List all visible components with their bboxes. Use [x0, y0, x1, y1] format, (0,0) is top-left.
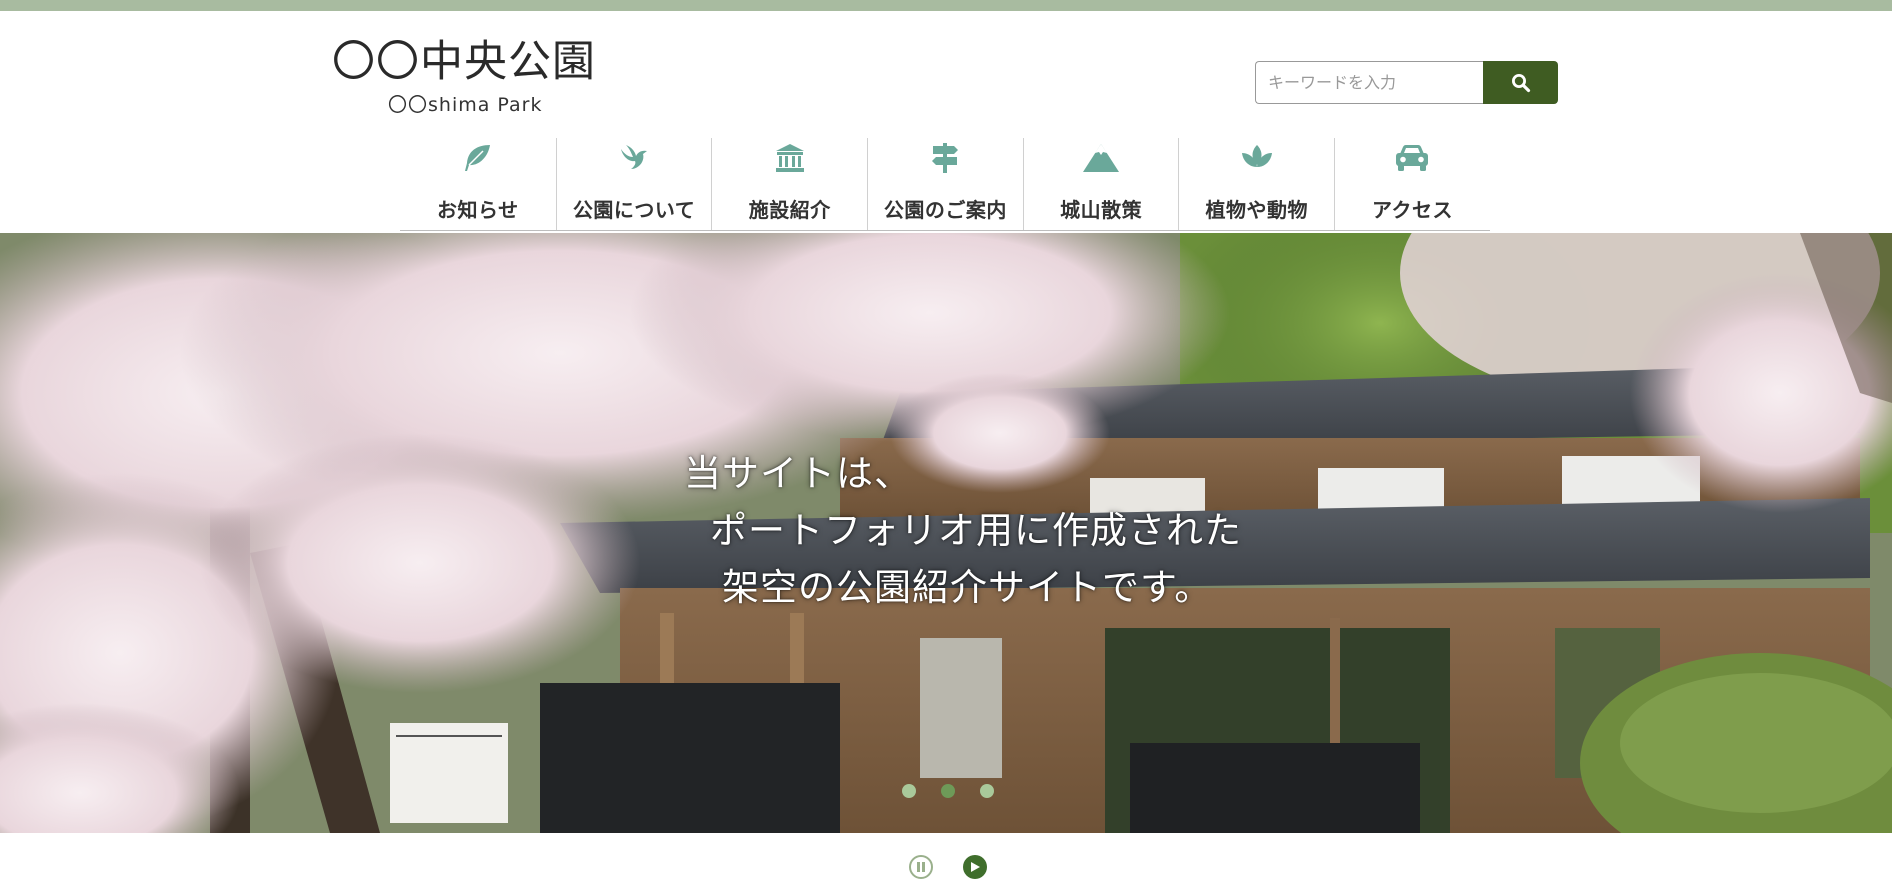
slider-dot-1[interactable]: [902, 784, 916, 798]
bird-icon: [617, 140, 651, 176]
slider-dot-2[interactable]: [941, 784, 955, 798]
search-icon: [1511, 73, 1530, 92]
slider-dots: [902, 784, 994, 798]
nav-label-flora-fauna: 植物や動物: [1205, 198, 1309, 222]
hero-line-2: ポートフォリオ用に作成された: [710, 509, 1242, 552]
nav-label-guide: 公園のご案内: [883, 198, 1007, 222]
nav-item-access[interactable]: アクセス: [1334, 138, 1490, 230]
signpost-icon: [928, 140, 962, 176]
nav-label-facilities: 施設紹介: [748, 198, 831, 222]
nav-label-about: 公園について: [572, 198, 696, 222]
nav-item-about[interactable]: 公園について: [555, 138, 712, 230]
play-icon: [971, 862, 980, 872]
leaf-icon: [461, 140, 495, 176]
hero-line-3: 架空の公園紹介サイトです。: [722, 566, 1213, 609]
plant-icon: [1239, 140, 1275, 176]
pause-icon: [917, 862, 925, 872]
car-icon: [1392, 140, 1432, 176]
pause-button[interactable]: [909, 855, 933, 879]
nav-item-guide[interactable]: 公園のご案内: [867, 138, 1023, 230]
slider-controls: [909, 855, 987, 879]
search-form: [1255, 61, 1558, 104]
nav-label-access: アクセス: [1371, 198, 1453, 222]
top-accent-bar: [0, 0, 1892, 11]
search-button[interactable]: [1483, 61, 1558, 104]
nav-label-walk: 城山散策: [1060, 198, 1143, 222]
nav-item-flora-fauna[interactable]: 植物や動物: [1178, 138, 1334, 230]
building-icon: [773, 140, 807, 176]
mountain-icon: [1081, 140, 1121, 176]
main-nav: お知らせ 公園について 施設紹介 公園のご案内 城山散策 植物や動物 アクセス: [400, 138, 1490, 231]
nav-item-facilities[interactable]: 施設紹介: [711, 138, 867, 230]
search-input[interactable]: [1255, 61, 1484, 104]
slider-dot-3[interactable]: [980, 784, 994, 798]
logo-subtitle: 〇〇shima Park: [388, 94, 543, 116]
play-button[interactable]: [963, 855, 987, 879]
nav-label-news: お知らせ: [437, 198, 519, 222]
site-logo[interactable]: 〇〇中央公園 〇〇shima Park: [332, 37, 596, 116]
logo-title: 〇〇中央公園: [332, 37, 596, 87]
nav-item-walk[interactable]: 城山散策: [1022, 138, 1179, 230]
hero-slider: 当サイトは、 ポートフォリオ用に作成された 架空の公園紹介サイトです。: [0, 233, 1892, 833]
hero-line-1: 当サイトは、: [684, 452, 912, 495]
nav-item-news[interactable]: お知らせ: [400, 138, 556, 230]
